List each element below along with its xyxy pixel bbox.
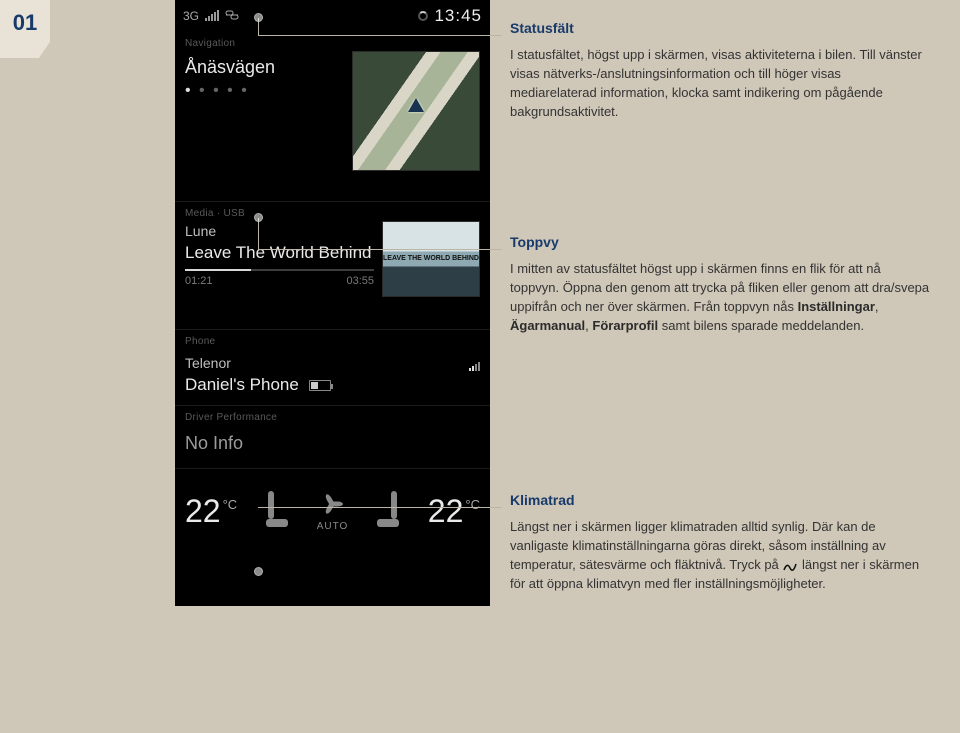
status-right: 13:45 bbox=[418, 6, 482, 26]
phone-tile[interactable]: Phone Telenor Daniel's Phone bbox=[175, 330, 490, 406]
section-toppvy: Toppvy I mitten av statusfältet högst up… bbox=[510, 232, 930, 336]
pointer-line bbox=[258, 249, 502, 250]
fan-icon bbox=[319, 491, 345, 517]
activity-spinner-icon bbox=[418, 11, 428, 21]
page-number-tab: 01 bbox=[0, 0, 50, 58]
media-track: Leave The World Behind bbox=[185, 243, 374, 263]
perf-value: No Info bbox=[185, 433, 480, 454]
pointer-line bbox=[258, 507, 502, 508]
fan-auto-button[interactable]: AUTO bbox=[317, 491, 349, 532]
phone-tile-label: Phone bbox=[175, 330, 490, 349]
section-body: Längst ner i skärmen ligger klimatraden … bbox=[510, 518, 930, 593]
phone-device-name: Daniel's Phone bbox=[185, 375, 299, 395]
album-art-thumbnail: LEAVE THE WORLD BEHIND bbox=[382, 221, 480, 297]
fan-label: AUTO bbox=[317, 521, 349, 532]
section-body: I statusfältet, högst upp i skärmen, vis… bbox=[510, 46, 930, 121]
driver-performance-tile[interactable]: Driver Performance No Info bbox=[175, 406, 490, 469]
phone-mockup: 3G 13:45 Navigation Ånäsvägen • • • • • … bbox=[175, 0, 490, 606]
pointer-line bbox=[258, 35, 502, 36]
clock: 13:45 bbox=[434, 6, 482, 26]
section-klimatrad: Klimatrad Längst ner i skärmen ligger kl… bbox=[510, 490, 930, 594]
phone-carrier: Telenor bbox=[185, 355, 231, 371]
signal-bars-icon bbox=[205, 11, 219, 21]
navigation-tile[interactable]: Navigation Ånäsvägen • • • • • bbox=[175, 32, 490, 202]
nav-page-dots: • • • • • bbox=[185, 82, 344, 100]
pointer-dot bbox=[254, 567, 263, 576]
section-statusfalt: Statusfält I statusfältet, högst upp i s… bbox=[510, 18, 930, 122]
battery-icon bbox=[309, 380, 331, 391]
conn-label: 3G bbox=[183, 9, 199, 23]
section-title: Statusfält bbox=[510, 18, 930, 38]
nav-arrow-icon bbox=[408, 98, 424, 112]
section-title: Klimatrad bbox=[510, 490, 930, 510]
status-left: 3G bbox=[183, 9, 239, 23]
nav-destination: Ånäsvägen bbox=[185, 57, 344, 78]
media-tile[interactable]: Media · USB Lune Leave The World Behind … bbox=[175, 202, 490, 330]
climate-bar[interactable]: 22 °C AUTO 22 °C bbox=[175, 469, 490, 553]
media-progress[interactable] bbox=[185, 269, 374, 271]
perf-label: Driver Performance bbox=[175, 406, 490, 425]
media-time-elapsed: 01:21 bbox=[185, 275, 213, 287]
seat-heat-left-icon[interactable] bbox=[262, 491, 292, 531]
seat-heat-right-icon[interactable] bbox=[373, 491, 403, 531]
pointer-dot bbox=[254, 213, 263, 222]
pointer-line bbox=[258, 218, 259, 249]
section-title: Toppvy bbox=[510, 232, 930, 252]
climate-shortcut-icon bbox=[782, 559, 798, 571]
climate-left-temp[interactable]: 22 °C bbox=[185, 493, 237, 530]
climate-right-temp[interactable]: 22 °C bbox=[428, 493, 480, 530]
media-time-total: 03:55 bbox=[346, 275, 374, 287]
nav-map-thumbnail bbox=[352, 51, 480, 171]
media-artist: Lune bbox=[185, 223, 374, 239]
status-bar: 3G 13:45 bbox=[175, 0, 490, 32]
link-icon bbox=[225, 9, 239, 23]
phone-signal-icon bbox=[469, 362, 480, 371]
pointer-dot bbox=[254, 13, 263, 22]
media-label: Media · USB bbox=[175, 202, 490, 221]
section-body: I mitten av statusfältet högst upp i skä… bbox=[510, 260, 930, 335]
